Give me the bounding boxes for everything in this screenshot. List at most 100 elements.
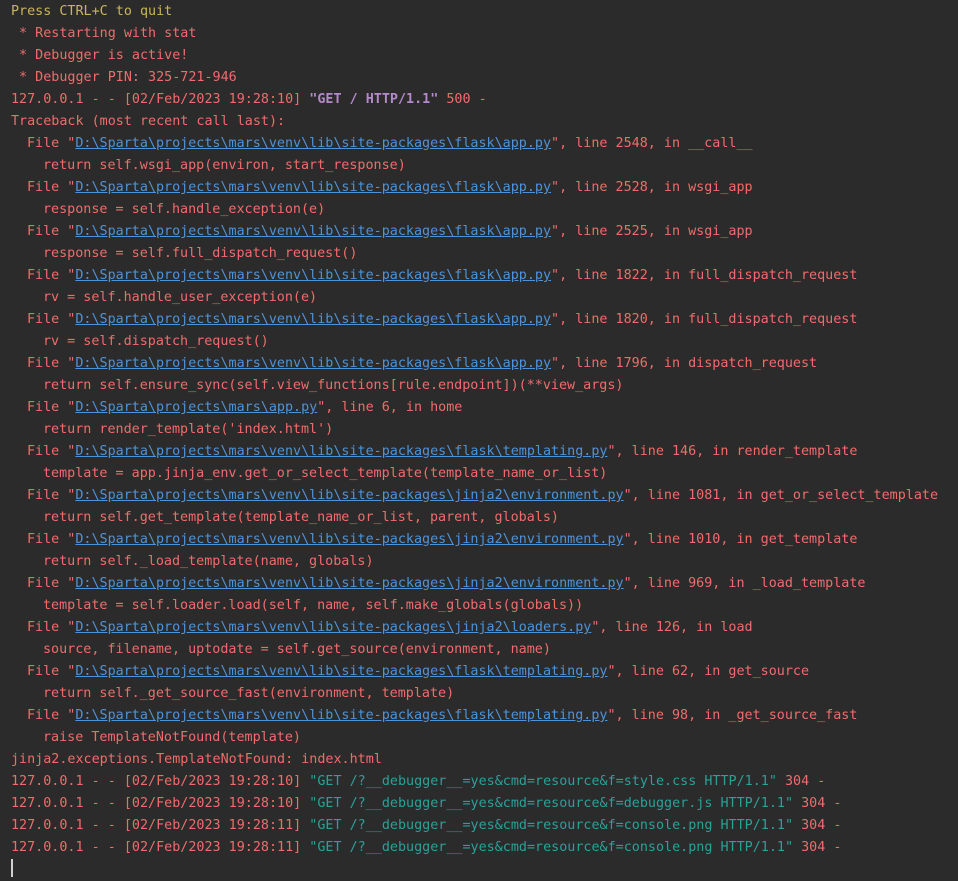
restart-message: * Restarting with stat xyxy=(11,26,197,41)
frame-line-info: ", line 1822, in full_dispatch_request xyxy=(551,268,858,283)
traceback-header: Traceback (most recent call last): xyxy=(11,114,286,129)
frame-file-path-link[interactable]: D:\Sparta\projects\mars\venv\lib\site-pa… xyxy=(75,444,607,459)
frame-file-label: File " xyxy=(27,136,76,151)
input-prompt-line[interactable] xyxy=(11,859,958,881)
frame-file-path-link[interactable]: D:\Sparta\projects\mars\venv\lib\site-pa… xyxy=(75,356,551,371)
request-log-prefix: 127.0.0.1 - - [02/Feb/2023 19:28:10] xyxy=(11,774,310,789)
frame-line-info: ", line 1081, in get_or_select_template xyxy=(623,488,939,503)
frame-line-info: ", line 969, in _load_template xyxy=(623,576,866,591)
frame-file-label: File " xyxy=(27,400,76,415)
frame-line-info: ", line 1820, in full_dispatch_request xyxy=(551,312,858,327)
frame-line-info: ", line 146, in render_template xyxy=(607,444,858,459)
debugger-pin-message: * Debugger PIN: 325-721-946 xyxy=(11,70,237,85)
frame-line-info: ", line 62, in get_source xyxy=(607,664,810,679)
frame-line-info: ", line 1796, in dispatch_request xyxy=(551,356,818,371)
frame-line-info: ", line 2528, in wsgi_app xyxy=(551,180,753,195)
request-log-request: "GET /?__debugger__=yes&cmd=resource&f=s… xyxy=(309,774,777,789)
frame-file-path-link[interactable]: D:\Sparta\projects\mars\venv\lib\site-pa… xyxy=(75,664,607,679)
frame-file-path-link[interactable]: D:\Sparta\projects\mars\venv\lib\site-pa… xyxy=(75,268,551,283)
traceback-frame-location: File "D:\Sparta\projects\mars\venv\lib\s… xyxy=(11,705,958,727)
traceback-frame-location: File "D:\Sparta\projects\mars\venv\lib\s… xyxy=(11,441,958,463)
request-log-prefix: 127.0.0.1 - - [02/Feb/2023 19:28:11] xyxy=(11,840,310,855)
frame-line-info: ", line 1010, in get_template xyxy=(623,532,858,547)
request-log-304: 127.0.0.1 - - [02/Feb/2023 19:28:10] "GE… xyxy=(11,793,958,815)
request-log-request: "GET /?__debugger__=yes&cmd=resource&f=d… xyxy=(309,796,794,811)
resource-request-logs: 127.0.0.1 - - [02/Feb/2023 19:28:10] "GE… xyxy=(11,771,958,859)
traceback-frame-location: File "D:\Sparta\projects\mars\venv\lib\s… xyxy=(11,485,958,507)
frame-file-path-link[interactable]: D:\Sparta\projects\mars\venv\lib\site-pa… xyxy=(75,620,591,635)
traceback-frame-location: File "D:\Sparta\projects\mars\venv\lib\s… xyxy=(11,661,958,683)
frame-file-path-link[interactable]: D:\Sparta\projects\mars\venv\lib\site-pa… xyxy=(75,136,551,151)
frame-file-path-link[interactable]: D:\Sparta\projects\mars\venv\lib\site-pa… xyxy=(75,708,607,723)
frame-line-info: ", line 2525, in wsgi_app xyxy=(551,224,753,239)
request-log-prefix: 127.0.0.1 - - [02/Feb/2023 19:28:10] xyxy=(11,92,310,107)
traceback-frames: File "D:\Sparta\projects\mars\venv\lib\s… xyxy=(11,133,958,749)
request-log-prefix: 127.0.0.1 - - [02/Feb/2023 19:28:11] xyxy=(11,818,310,833)
traceback-frame-code: response = self.handle_exception(e) xyxy=(43,202,326,217)
traceback-frame-code: return render_template('index.html') xyxy=(43,422,334,437)
traceback-frame-location: File "D:\Sparta\projects\mars\venv\lib\s… xyxy=(11,265,958,287)
request-log-request: "GET / HTTP/1.1" xyxy=(309,92,439,107)
frame-file-label: File " xyxy=(27,664,76,679)
traceback-frame-code: rv = self.handle_user_exception(e) xyxy=(43,290,318,305)
request-log-status: 500 - xyxy=(438,92,487,107)
frame-line-info: ", line 98, in _get_source_fast xyxy=(607,708,858,723)
request-log-304: 127.0.0.1 - - [02/Feb/2023 19:28:11] "GE… xyxy=(11,837,958,859)
request-log-status: 304 - xyxy=(793,818,842,833)
traceback-frame-code: raise TemplateNotFound(template) xyxy=(43,730,301,745)
frame-line-info: ", line 2548, in __call__ xyxy=(551,136,753,151)
frame-file-label: File " xyxy=(27,268,76,283)
run-console[interactable]: Press CTRL+C to quit * Restarting with s… xyxy=(0,0,958,879)
request-log-status: 304 - xyxy=(793,796,842,811)
debugger-active-message: * Debugger is active! xyxy=(11,48,189,63)
frame-file-path-link[interactable]: D:\Sparta\projects\mars\venv\lib\site-pa… xyxy=(75,532,623,547)
frame-file-path-link[interactable]: D:\Sparta\projects\mars\venv\lib\site-pa… xyxy=(75,224,551,239)
frame-file-label: File " xyxy=(27,356,76,371)
frame-file-label: File " xyxy=(27,444,76,459)
frame-file-label: File " xyxy=(27,180,76,195)
request-log-304: 127.0.0.1 - - [02/Feb/2023 19:28:11] "GE… xyxy=(11,815,958,837)
request-log-request: "GET /?__debugger__=yes&cmd=resource&f=c… xyxy=(309,818,794,833)
traceback-frame-location: File "D:\Sparta\projects\mars\venv\lib\s… xyxy=(11,353,958,375)
frame-file-path-link[interactable]: D:\Sparta\projects\mars\venv\lib\site-pa… xyxy=(75,488,623,503)
frame-file-path-link[interactable]: D:\Sparta\projects\mars\venv\lib\site-pa… xyxy=(75,180,551,195)
frame-file-label: File " xyxy=(27,488,76,503)
request-log-status: 304 - xyxy=(793,840,842,855)
request-log-status: 304 - xyxy=(776,774,826,789)
exception-message: jinja2.exceptions.TemplateNotFound: inde… xyxy=(11,752,382,767)
traceback-frame-location: File "D:\Sparta\projects\mars\app.py", l… xyxy=(11,397,958,419)
traceback-frame-location: File "D:\Sparta\projects\mars\venv\lib\s… xyxy=(11,573,958,595)
traceback-frame-code: return self._get_source_fast(environment… xyxy=(43,686,455,701)
traceback-frame-location: File "D:\Sparta\projects\mars\venv\lib\s… xyxy=(11,309,958,331)
quit-hint: Press CTRL+C to quit xyxy=(11,4,173,19)
frame-file-label: File " xyxy=(27,708,76,723)
frame-file-path-link[interactable]: D:\Sparta\projects\mars\venv\lib\site-pa… xyxy=(75,312,551,327)
frame-line-info: ", line 6, in home xyxy=(317,400,463,415)
traceback-frame-code: template = self.loader.load(self, name, … xyxy=(43,598,584,613)
frame-line-info: ", line 126, in load xyxy=(591,620,753,635)
traceback-frame-location: File "D:\Sparta\projects\mars\venv\lib\s… xyxy=(11,133,958,155)
traceback-frame-code: return self.wsgi_app(environ, start_resp… xyxy=(43,158,406,173)
frame-file-label: File " xyxy=(27,224,76,239)
request-log-prefix: 127.0.0.1 - - [02/Feb/2023 19:28:10] xyxy=(11,796,310,811)
request-log-304: 127.0.0.1 - - [02/Feb/2023 19:28:10] "GE… xyxy=(11,771,958,793)
request-log-500: 127.0.0.1 - - [02/Feb/2023 19:28:10] "GE… xyxy=(11,89,958,111)
frame-file-path-link[interactable]: D:\Sparta\projects\mars\venv\lib\site-pa… xyxy=(75,576,623,591)
traceback-frame-location: File "D:\Sparta\projects\mars\venv\lib\s… xyxy=(11,617,958,639)
traceback-frame-location: File "D:\Sparta\projects\mars\venv\lib\s… xyxy=(11,529,958,551)
traceback-frame-code: source, filename, uptodate = self.get_so… xyxy=(43,642,551,657)
frame-file-path-link[interactable]: D:\Sparta\projects\mars\app.py xyxy=(75,400,317,415)
frame-file-label: File " xyxy=(27,576,76,591)
traceback-frame-code: return self._load_template(name, globals… xyxy=(43,554,374,569)
request-log-request: "GET /?__debugger__=yes&cmd=resource&f=c… xyxy=(309,840,794,855)
traceback-frame-code: return self.get_template(template_name_o… xyxy=(43,510,559,525)
traceback-frame-location: File "D:\Sparta\projects\mars\venv\lib\s… xyxy=(11,221,958,243)
traceback-frame-code: template = app.jinja_env.get_or_select_t… xyxy=(43,466,608,481)
traceback-frame-location: File "D:\Sparta\projects\mars\venv\lib\s… xyxy=(11,177,958,199)
frame-file-label: File " xyxy=(27,532,76,547)
traceback-frame-code: rv = self.dispatch_request() xyxy=(43,334,269,349)
traceback-frame-code: return self.ensure_sync(self.view_functi… xyxy=(43,378,624,393)
text-cursor xyxy=(11,859,13,877)
frame-file-label: File " xyxy=(27,620,76,635)
traceback-frame-code: response = self.full_dispatch_request() xyxy=(43,246,358,261)
